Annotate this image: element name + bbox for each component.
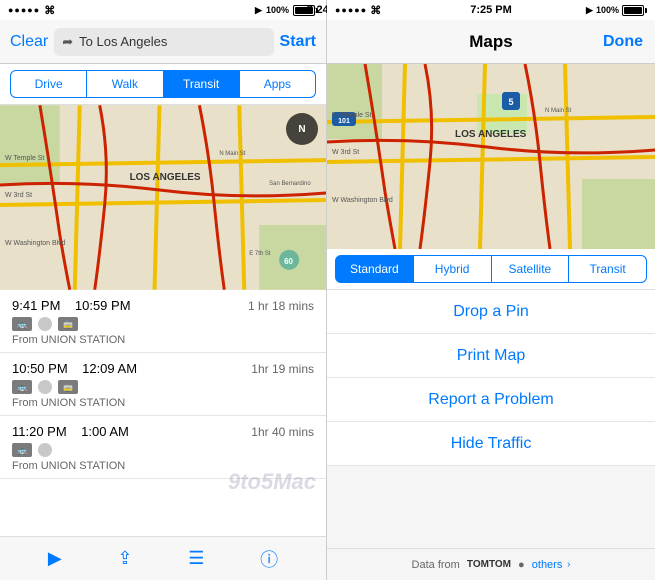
svg-text:5: 5: [508, 97, 513, 107]
svg-text:101: 101: [338, 118, 350, 125]
map-right[interactable]: 5 101 W Temple St W 3rd St W Washington …: [327, 64, 655, 249]
svg-text:N Main St: N Main St: [219, 151, 246, 157]
bus-icon-3: 🚌: [12, 443, 32, 457]
from-text-3: From UNION STATION: [12, 460, 314, 472]
signal-dots-left: ●●●●●: [8, 5, 40, 15]
from-text-1: From UNION STATION: [12, 334, 314, 346]
from-text-2: From UNION STATION: [12, 397, 314, 409]
tab-apps[interactable]: Apps: [240, 70, 316, 98]
battery-icon-right: [622, 5, 647, 16]
right-panel: ●●●●● ⌘ 7:25 PM ▶ 100% Maps Done: [327, 0, 655, 580]
clear-button[interactable]: Clear: [10, 33, 48, 51]
wifi-icon-right: ⌘: [370, 4, 381, 17]
status-bar-left: ●●●●● ⌘ 7:24 PM ▶ 100%: [0, 0, 326, 20]
bus-icon-1: 🚌: [12, 317, 32, 331]
footer-brand: TOMTOM: [467, 559, 511, 570]
location-icon-left: ▶: [255, 5, 262, 16]
transit-list[interactable]: 9:41 PM 10:59 PM 1 hr 18 mins 🚌 🚋 From U…: [0, 290, 326, 536]
menu-hide-traffic[interactable]: Hide Traffic: [327, 422, 655, 466]
duration-2: 1hr 19 mins: [251, 362, 314, 376]
nav-bar-right: Maps Done: [327, 20, 655, 64]
map-svg-left: W Temple St W 3rd St W Washington Blvd L…: [0, 105, 326, 290]
footer-separator: ●: [518, 559, 525, 571]
maps-title: Maps: [469, 32, 512, 52]
transport-tabs: Drive Walk Transit Apps: [0, 64, 326, 105]
battery-label-right: 100%: [596, 5, 619, 15]
footer-others[interactable]: others: [532, 559, 563, 571]
transit-item-1[interactable]: 9:41 PM 10:59 PM 1 hr 18 mins 🚌 🚋 From U…: [0, 290, 326, 353]
depart-arrive-3: 11:20 PM 1:00 AM: [12, 424, 129, 439]
left-panel: ●●●●● ⌘ 7:24 PM ▶ 100% Clear ➦ To Los An…: [0, 0, 327, 580]
tab-satellite[interactable]: Satellite: [492, 255, 570, 283]
transit-item-2[interactable]: 10:50 PM 12:09 AM 1hr 19 mins 🚌 🚋 From U…: [0, 353, 326, 416]
right-status-icons-right: ▶ 100%: [586, 5, 647, 16]
rail-icon-1: 🚋: [58, 317, 78, 331]
route-arrow-icon: ➦: [62, 34, 73, 50]
compass: N: [286, 113, 318, 145]
battery-label-left: 100%: [266, 5, 289, 15]
route-input[interactable]: ➦ To Los Angeles: [54, 28, 273, 56]
location-bottom-icon[interactable]: ▶: [48, 548, 62, 569]
bottom-bar-left: ▶ ⇪ ☰ ⓘ: [0, 536, 326, 580]
svg-text:N Main St: N Main St: [545, 108, 572, 114]
tab-standard[interactable]: Standard: [335, 255, 414, 283]
location-icon-right: ▶: [586, 5, 593, 16]
svg-text:W Temple St: W Temple St: [5, 155, 44, 162]
svg-text:San Bernardino: San Bernardino: [269, 181, 311, 187]
dot-icon-1: [38, 317, 52, 331]
icons-row-3: 🚌: [12, 443, 314, 457]
map-type-tabs: Standard Hybrid Satellite Transit: [327, 249, 655, 290]
map-left[interactable]: W Temple St W 3rd St W Washington Blvd L…: [0, 105, 326, 290]
dot-icon-3: [38, 443, 52, 457]
menu-report-problem[interactable]: Report a Problem: [327, 378, 655, 422]
duration-1: 1 hr 18 mins: [248, 299, 314, 313]
svg-text:W 3rd St: W 3rd St: [5, 192, 32, 199]
info-bottom-icon[interactable]: ⓘ: [260, 546, 278, 572]
svg-text:W Washington Blvd: W Washington Blvd: [5, 240, 66, 247]
watermark-container: 9to5Mac: [0, 479, 326, 509]
menu-drop-pin[interactable]: Drop a Pin: [327, 290, 655, 334]
list-bottom-icon[interactable]: ☰: [188, 548, 204, 569]
icons-row-1: 🚌 🚋: [12, 317, 314, 331]
share-bottom-icon[interactable]: ⇪: [117, 548, 132, 569]
signal-dots-right: ●●●●●: [335, 5, 367, 15]
menu-print-map[interactable]: Print Map: [327, 334, 655, 378]
tab-hybrid[interactable]: Hybrid: [414, 255, 492, 283]
bus-icon-2: 🚌: [12, 380, 32, 394]
depart-arrive-2: 10:50 PM 12:09 AM: [12, 361, 137, 376]
dot-icon-2: [38, 380, 52, 394]
rail-icon-2: 🚋: [58, 380, 78, 394]
depart-arrive-1: 9:41 PM 10:59 PM: [12, 298, 131, 313]
footer-prefix: Data from: [412, 559, 460, 571]
left-status-icons: ●●●●● ⌘: [8, 4, 55, 17]
destination-text: To Los Angeles: [79, 34, 167, 49]
tab-transit[interactable]: Transit: [164, 70, 240, 98]
data-footer: Data from TOMTOM ● others ›: [327, 548, 655, 580]
done-button[interactable]: Done: [603, 33, 643, 51]
time-right: 7:25 PM: [470, 4, 512, 16]
svg-text:LOS ANGELES: LOS ANGELES: [130, 172, 201, 183]
svg-text:W 3rd St: W 3rd St: [332, 149, 359, 156]
start-button[interactable]: Start: [280, 33, 316, 51]
status-bar-right: ●●●●● ⌘ 7:25 PM ▶ 100%: [327, 0, 655, 20]
tab-walk[interactable]: Walk: [87, 70, 163, 98]
map-svg-right: 5 101 W Temple St W 3rd St W Washington …: [327, 64, 655, 249]
footer-chevron: ›: [564, 559, 570, 570]
nav-bar-left: Clear ➦ To Los Angeles Start: [0, 20, 326, 64]
wifi-icon-left: ⌘: [44, 4, 55, 17]
svg-text:LOS ANGELES: LOS ANGELES: [455, 129, 527, 140]
transit-item-3[interactable]: 11:20 PM 1:00 AM 1hr 40 mins 🚌 From UNIO…: [0, 416, 326, 479]
tab-transit-right[interactable]: Transit: [569, 255, 647, 283]
svg-text:60: 60: [284, 257, 293, 266]
duration-3: 1hr 40 mins: [251, 425, 314, 439]
svg-text:E 7th St: E 7th St: [249, 251, 271, 257]
svg-text:W Temple St: W Temple St: [332, 112, 372, 119]
svg-text:W Washington Blvd: W Washington Blvd: [332, 197, 393, 204]
left-status-icons-right: ●●●●● ⌘: [335, 4, 381, 17]
tab-drive[interactable]: Drive: [10, 70, 87, 98]
menu-list: Drop a Pin Print Map Report a Problem Hi…: [327, 290, 655, 548]
icons-row-2: 🚌 🚋: [12, 380, 314, 394]
